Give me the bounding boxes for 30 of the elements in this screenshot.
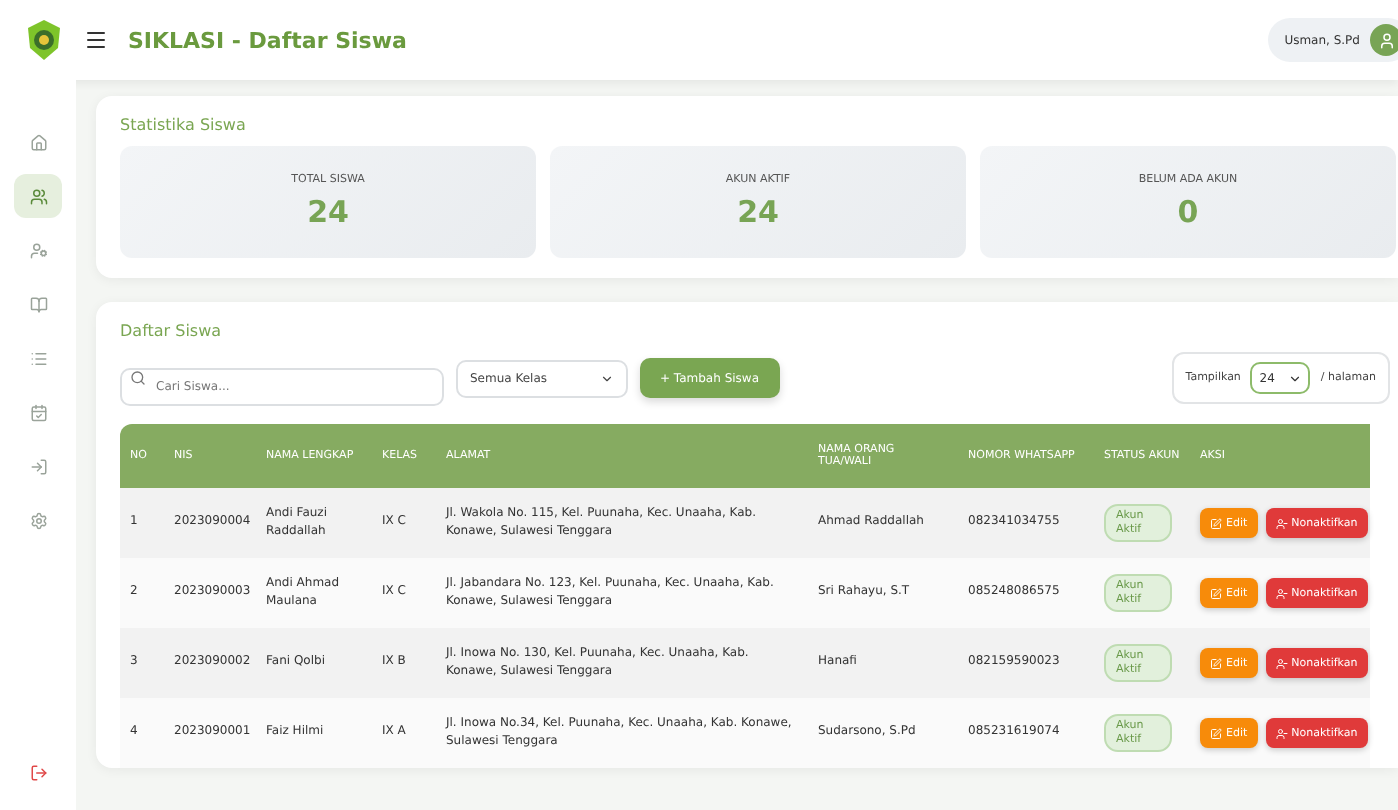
- stat-value: 24: [737, 194, 779, 230]
- calendar-icon: [29, 403, 47, 421]
- home-icon: [29, 133, 47, 151]
- search-icon: [130, 369, 146, 385]
- avatar-icon: [1370, 24, 1398, 56]
- chevron-icon: [1288, 371, 1303, 385]
- logout-icon: [29, 763, 47, 781]
- settings-icon: [29, 511, 47, 529]
- stat-value: 0: [1177, 194, 1199, 230]
- logo-icon: [24, 18, 64, 62]
- login-icon: [29, 457, 47, 475]
- users-icon: [29, 187, 47, 205]
- edit-icon: [1210, 587, 1222, 599]
- sidebar-item[interactable]: [14, 174, 62, 218]
- edit-icon: [1210, 657, 1222, 669]
- menu-icon[interactable]: [84, 28, 108, 52]
- edit-icon: [1210, 727, 1222, 739]
- user-gear-icon: [29, 241, 47, 259]
- user-minus-icon: [1275, 657, 1288, 669]
- user-minus-icon: [1275, 727, 1288, 739]
- book-icon: [29, 295, 47, 313]
- stat-value: 24: [307, 194, 349, 230]
- edit-icon: [1210, 517, 1222, 529]
- user-minus-icon: [1275, 587, 1288, 599]
- chevron-icon: [600, 371, 614, 385]
- user-minus-icon: [1275, 517, 1288, 529]
- section-title: Daftar Siswa: [120, 322, 224, 340]
- section-title: Statistika Siswa: [120, 116, 248, 134]
- page-title: SIKLASI - Daftar Siswa: [128, 27, 409, 53]
- list-icon: [29, 349, 47, 367]
